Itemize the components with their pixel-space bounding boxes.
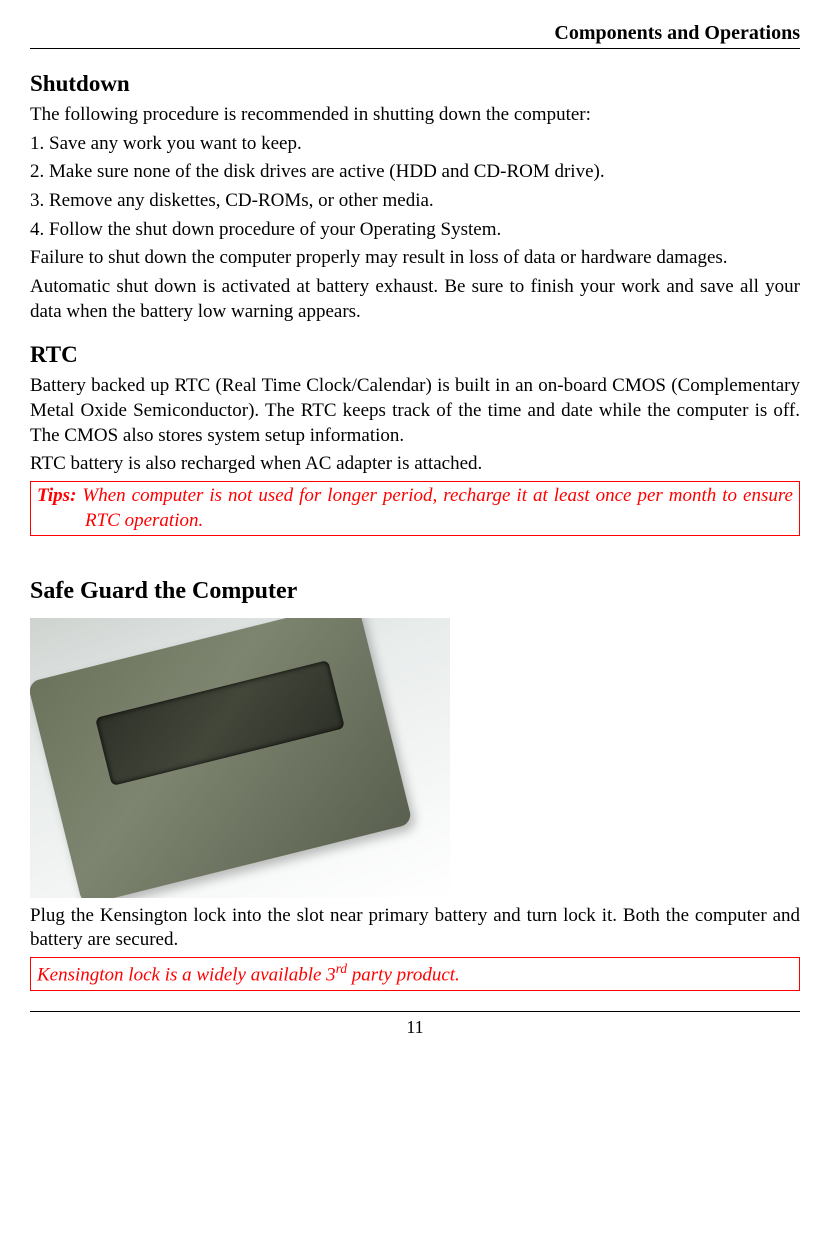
rtc-tip-box: Tips: When computer is not used for long… bbox=[30, 481, 800, 536]
shutdown-intro: The following procedure is recommended i… bbox=[30, 103, 800, 128]
safeguard-body: Plug the Kensington lock into the slot n… bbox=[30, 904, 800, 953]
rtc-heading: RTC bbox=[30, 340, 800, 370]
note-sup: rd bbox=[336, 961, 347, 976]
note-pre: Kensington lock is a widely available 3 bbox=[37, 964, 336, 985]
page-header: Components and Operations bbox=[30, 20, 800, 49]
page-footer: 11 bbox=[30, 1011, 800, 1039]
shutdown-step-1: 1. Save any work you want to keep. bbox=[30, 132, 800, 157]
note-post: party product. bbox=[347, 964, 460, 985]
shutdown-heading: Shutdown bbox=[30, 69, 800, 99]
tip-label: Tips: bbox=[37, 485, 76, 506]
shutdown-warning: Failure to shut down the computer proper… bbox=[30, 246, 800, 271]
kensington-note-box: Kensington lock is a widely available 3r… bbox=[30, 957, 800, 991]
shutdown-auto: Automatic shut down is activated at batt… bbox=[30, 275, 800, 324]
safeguard-image bbox=[30, 618, 450, 898]
shutdown-step-3: 3. Remove any diskettes, CD-ROMs, or oth… bbox=[30, 189, 800, 214]
header-title: Components and Operations bbox=[554, 22, 800, 44]
rtc-recharge: RTC battery is also recharged when AC ad… bbox=[30, 452, 800, 477]
safeguard-heading: Safe Guard the Computer bbox=[30, 576, 800, 607]
rtc-body: Battery backed up RTC (Real Time Clock/C… bbox=[30, 374, 800, 448]
tip-text: When computer is not used for longer per… bbox=[76, 485, 793, 531]
shutdown-step-2: 2. Make sure none of the disk drives are… bbox=[30, 160, 800, 185]
page-number: 11 bbox=[406, 1017, 423, 1037]
shutdown-step-4: 4. Follow the shut down procedure of you… bbox=[30, 218, 800, 243]
